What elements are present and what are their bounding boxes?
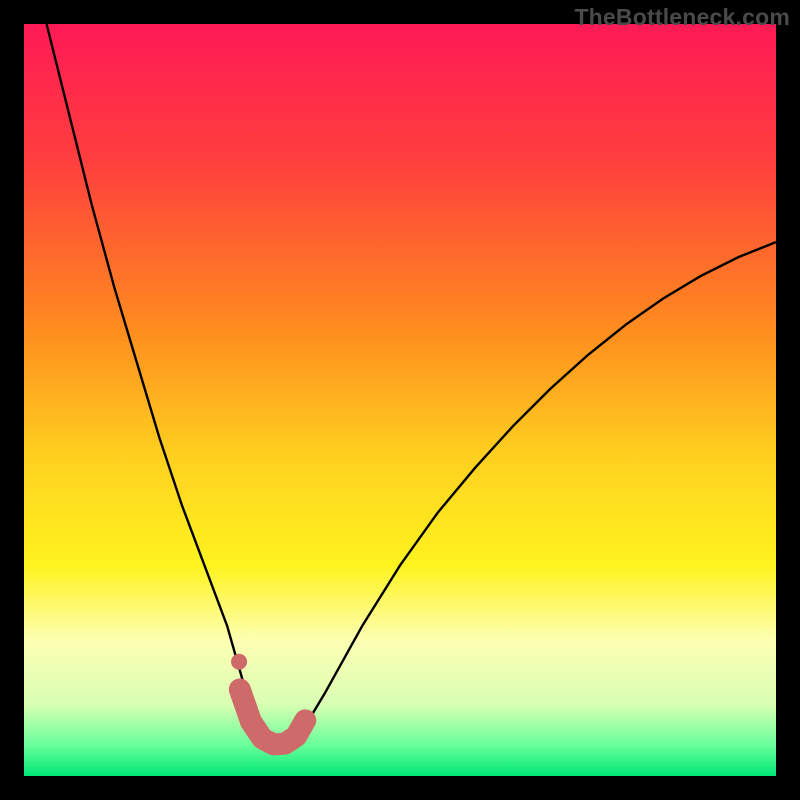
- gradient-background: [24, 24, 776, 776]
- chart-frame: [24, 24, 776, 776]
- watermark-label: TheBottleneck.com: [574, 4, 790, 31]
- marker-dot-icon: [231, 654, 247, 670]
- bottleneck-chart: [24, 24, 776, 776]
